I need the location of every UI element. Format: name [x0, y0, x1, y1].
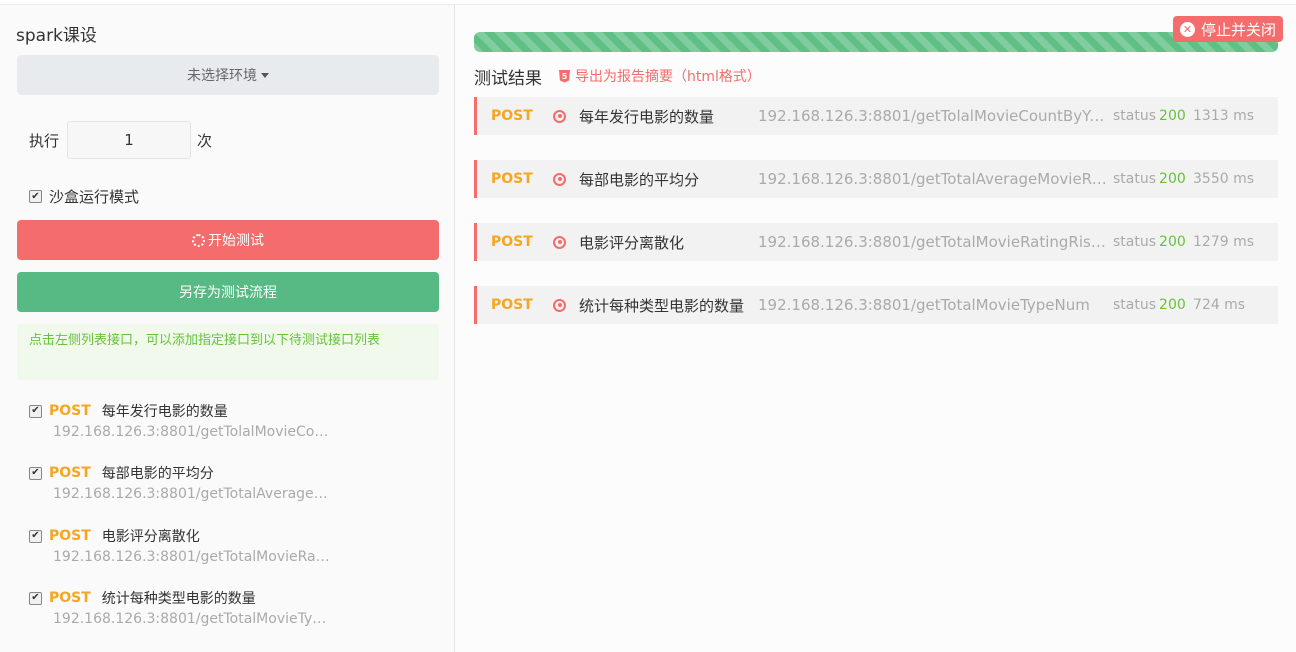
api-checkbox[interactable]: ✔ — [29, 466, 42, 480]
result-url: 192.168.126.3:8801/getTolalMovieCountByY… — [758, 107, 1110, 125]
status-label: status — [1113, 171, 1157, 187]
method-label: POST — [491, 108, 533, 124]
api-url: 192.168.126.3:8801/getTotalMovieRa… — [53, 549, 330, 565]
target-icon — [553, 235, 566, 249]
result-url: 192.168.126.3:8801/getTotalMovieRatingRi… — [758, 233, 1110, 251]
start-test-label: 开始测试 — [208, 233, 264, 249]
api-checkbox[interactable]: ✔ — [29, 591, 42, 605]
status-code: 200 — [1159, 171, 1186, 187]
status-code: 200 — [1159, 234, 1186, 250]
target-icon — [553, 109, 566, 123]
save-as-flow-label: 另存为测试流程 — [179, 285, 277, 301]
list-item[interactable]: ✔ POST 每年发行电影的数量 192.168.126.3:8801/getT… — [29, 401, 429, 440]
result-status: status 200 — [1113, 108, 1193, 124]
result-status: status 200 — [1113, 297, 1193, 313]
sandbox-mode-row[interactable]: ✔ 沙盒运行模式 — [29, 186, 139, 207]
stop-and-close-button[interactable]: ✕ 停止并关闭 — [1173, 16, 1283, 42]
left-panel: spark课设 未选择环境 执行 次 ✔ 沙盒运行模式 开始测试 另存为测试流程… — [0, 4, 455, 652]
method-label: POST — [491, 171, 533, 187]
start-test-button[interactable]: 开始测试 — [17, 220, 439, 260]
result-row[interactable]: POST 每部电影的平均分 192.168.126.3:8801/getTota… — [474, 160, 1278, 198]
stop-and-close-label: 停止并关闭 — [1200, 20, 1276, 39]
result-name: 每年发行电影的数量 — [579, 107, 715, 126]
result-name: 统计每种类型电影的数量 — [579, 296, 745, 315]
method-label: POST — [491, 234, 533, 250]
html5-icon: 5 — [559, 69, 570, 83]
target-icon — [553, 172, 566, 186]
result-url: 192.168.126.3:8801/getTotalMovieTypeNum — [758, 296, 1090, 314]
status-label: status — [1113, 234, 1157, 250]
api-name: 电影评分离散化 — [101, 529, 200, 545]
result-name: 每部电影的平均分 — [579, 170, 700, 189]
result-row[interactable]: POST 每年发行电影的数量 192.168.126.3:8801/getTol… — [474, 97, 1278, 135]
status-label: status — [1113, 108, 1157, 124]
result-row[interactable]: POST 电影评分离散化 192.168.126.3:8801/getTotal… — [474, 223, 1278, 261]
method-label: POST — [49, 465, 91, 481]
sandbox-label: 沙盒运行模式 — [49, 188, 140, 206]
environment-select[interactable]: 未选择环境 — [17, 55, 439, 95]
result-row[interactable]: POST 统计每种类型电影的数量 192.168.126.3:8801/getT… — [474, 286, 1278, 324]
api-url: 192.168.126.3:8801/getTotalAverage… — [53, 486, 328, 502]
tip-message: 点击左侧列表接口，可以添加指定接口到以下待测试接口列表 — [17, 324, 439, 380]
list-item[interactable]: ✔ POST 统计每种类型电影的数量 192.168.126.3:8801/ge… — [29, 588, 429, 627]
loading-spinner-icon — [192, 233, 205, 247]
execution-suffix: 次 — [197, 131, 213, 150]
status-code: 200 — [1159, 108, 1186, 124]
status-code: 200 — [1159, 297, 1186, 313]
export-report-label: 导出为报告摘要（html格式） — [575, 69, 761, 85]
result-time: 1313 ms — [1193, 108, 1255, 124]
close-circle-icon: ✕ — [1179, 21, 1195, 37]
result-time: 3550 ms — [1193, 171, 1255, 187]
result-url: 192.168.126.3:8801/getTotalAverageMovieR… — [758, 170, 1110, 188]
api-url: 192.168.126.3:8801/getTolalMovieCo… — [53, 424, 329, 440]
test-progress-bar — [474, 32, 1278, 52]
execution-prefix: 执行 — [29, 131, 60, 150]
status-label: status — [1113, 297, 1157, 313]
caret-down-icon — [261, 72, 269, 78]
result-name: 电影评分离散化 — [579, 233, 685, 252]
list-item[interactable]: ✔ POST 电影评分离散化 192.168.126.3:8801/getTot… — [29, 526, 429, 565]
export-report-link[interactable]: 5 导出为报告摘要（html格式） — [559, 66, 761, 86]
api-checkbox[interactable]: ✔ — [29, 529, 42, 543]
api-url: 192.168.126.3:8801/getTotalMovieTy… — [53, 611, 327, 627]
method-label: POST — [491, 297, 533, 313]
method-label: POST — [49, 528, 91, 544]
environment-select-label: 未选择环境 — [187, 68, 257, 84]
api-name: 统计每种类型电影的数量 — [101, 591, 256, 607]
result-status: status 200 — [1113, 234, 1193, 250]
result-time: 1279 ms — [1193, 234, 1255, 250]
target-icon — [553, 298, 566, 312]
list-item[interactable]: ✔ POST 每部电影的平均分 192.168.126.3:8801/getTo… — [29, 463, 429, 502]
api-name: 每部电影的平均分 — [101, 466, 214, 482]
result-time: 724 ms — [1193, 297, 1246, 313]
execution-count-row: 执行 次 — [29, 120, 212, 160]
results-panel: ✕ 停止并关闭 测试结果 5 导出为报告摘要（html格式） POST 每年发行… — [455, 4, 1296, 652]
method-label: POST — [49, 403, 91, 419]
api-checkbox[interactable]: ✔ — [29, 404, 42, 418]
sandbox-checkbox[interactable]: ✔ — [29, 190, 42, 203]
project-title: spark课设 — [16, 26, 97, 46]
execution-count-input[interactable] — [67, 121, 192, 159]
result-status: status 200 — [1113, 171, 1193, 187]
save-as-flow-button[interactable]: 另存为测试流程 — [17, 272, 439, 312]
method-label: POST — [49, 590, 91, 606]
results-title: 测试结果 — [474, 69, 542, 89]
api-name: 每年发行电影的数量 — [101, 404, 228, 420]
